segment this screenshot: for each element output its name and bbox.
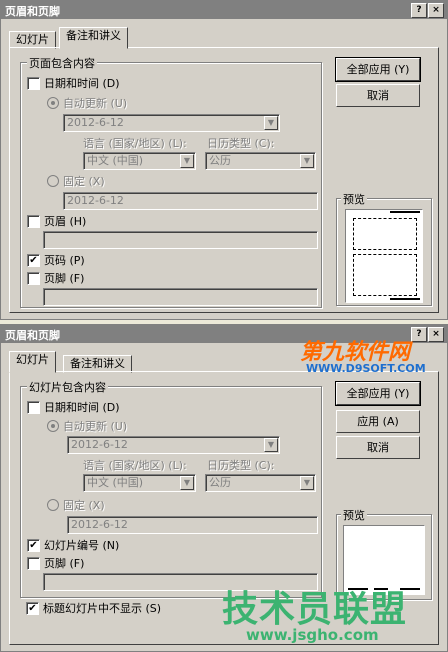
dialog-title: 页眉和页脚 [5, 329, 60, 342]
header-label: 页眉 (H) [44, 215, 87, 228]
fixed-label: 固定 (X) [63, 499, 105, 512]
auto-update-radio[interactable] [47, 420, 59, 432]
footer-label: 页脚 (F) [44, 557, 85, 570]
fixed-radio[interactable] [47, 499, 59, 511]
calendar-value: 公历 [209, 154, 231, 167]
language-label: 语言 (国家/地区) (L): [83, 137, 187, 150]
page-number-checkbox[interactable]: ✔ [27, 253, 40, 267]
calendar-combo[interactable]: 公历 ▼ [205, 474, 316, 492]
header-checkbox[interactable] [27, 214, 40, 228]
chevron-down-icon[interactable]: ▼ [180, 154, 194, 168]
page-number-option[interactable]: ✔ 页码 (P) [27, 252, 85, 268]
help-icon[interactable]: ? [411, 327, 427, 342]
slide-number-checkbox[interactable]: ✔ [27, 538, 40, 552]
footer-checkbox[interactable] [27, 556, 40, 570]
language-combo[interactable]: 中文 (中国) ▼ [83, 474, 196, 492]
auto-update-option[interactable]: 自动更新 (U) [47, 95, 127, 111]
cancel-button[interactable]: 取消 [336, 436, 420, 459]
page-number-label: 页码 (P) [44, 254, 85, 267]
notes-page-preview [345, 209, 423, 303]
date-format-combo[interactable]: 2012-6-12 ▼ [63, 114, 280, 132]
date-time-checkbox[interactable] [27, 400, 40, 414]
chevron-down-icon[interactable]: ▼ [300, 476, 314, 490]
footer-option[interactable]: 页脚 (F) [27, 555, 84, 571]
slide-number-label: 幻灯片编号 (N) [44, 539, 120, 552]
footer-text-field[interactable] [43, 288, 318, 306]
calendar-value: 公历 [209, 476, 231, 489]
chevron-down-icon[interactable]: ▼ [300, 154, 314, 168]
fixed-option[interactable]: 固定 (X) [47, 497, 105, 513]
apply-all-button[interactable]: 全部应用 (Y) [335, 381, 421, 406]
hide-on-title-slide-option[interactable]: ✔ 标题幻灯片中不显示 (S) [26, 600, 161, 616]
fixed-date-field[interactable]: 2012-6-12 [63, 192, 318, 210]
tab-notes-handouts[interactable]: 备注和讲义 [59, 27, 128, 49]
preview-group: 预览 [336, 191, 432, 306]
preview-page-number-bar [390, 298, 420, 300]
preview-slide-placeholder [353, 218, 417, 250]
language-value: 中文 (中国) [87, 476, 144, 489]
title-bar: 页眉和页脚 ? × [1, 1, 447, 19]
header-footer-dialog-notes: 页眉和页脚 ? × 幻灯片 备注和讲义 页面包含内容 日期和时间 (D) 自动更… [0, 0, 448, 320]
cancel-button[interactable]: 取消 [336, 84, 420, 107]
header-text-field[interactable] [43, 231, 318, 249]
date-time-option[interactable]: 日期和时间 (D) [27, 75, 120, 91]
date-format-combo[interactable]: 2012-6-12 ▼ [67, 436, 280, 454]
date-time-label: 日期和时间 (D) [44, 77, 120, 90]
apply-all-button[interactable]: 全部应用 (Y) [335, 57, 421, 82]
group-label: 幻灯片包含内容 [27, 379, 108, 395]
preview-notes-placeholder [353, 254, 417, 296]
fixed-date-field[interactable]: 2012-6-12 [67, 516, 318, 534]
auto-update-option[interactable]: 自动更新 (U) [47, 418, 127, 434]
help-icon[interactable]: ? [411, 3, 427, 18]
footer-checkbox[interactable] [27, 271, 40, 285]
auto-update-radio[interactable] [47, 97, 59, 109]
watermark-bottom-brand: 技术员联盟 [222, 589, 408, 630]
group-label: 页面包含内容 [27, 55, 97, 71]
dialog-title: 页眉和页脚 [5, 5, 60, 18]
preview-label: 预览 [341, 507, 367, 523]
hide-on-title-slide-checkbox[interactable]: ✔ [26, 601, 39, 615]
hide-on-title-slide-label: 标题幻灯片中不显示 (S) [43, 602, 162, 615]
calendar-combo[interactable]: 公历 ▼ [205, 152, 316, 170]
fixed-option[interactable]: 固定 (X) [47, 173, 105, 189]
date-time-label: 日期和时间 (D) [44, 401, 120, 414]
language-value: 中文 (中国) [87, 154, 144, 167]
watermark-bottom-url: www.jsgho.com [246, 626, 379, 644]
date-time-option[interactable]: 日期和时间 (D) [27, 399, 120, 415]
chevron-down-icon[interactable]: ▼ [264, 438, 278, 452]
auto-update-label: 自动更新 (U) [63, 420, 128, 433]
language-combo[interactable]: 中文 (中国) ▼ [83, 152, 196, 170]
calendar-label: 日历类型 (C): [207, 459, 275, 472]
close-icon[interactable]: × [428, 327, 444, 342]
preview-label: 预览 [341, 191, 367, 207]
date-format-value: 2012-6-12 [67, 116, 124, 129]
slide-number-option[interactable]: ✔ 幻灯片编号 (N) [27, 537, 119, 553]
fixed-label: 固定 (X) [63, 175, 105, 188]
header-option[interactable]: 页眉 (H) [27, 213, 86, 229]
tab-panel: 页面包含内容 日期和时间 (D) 自动更新 (U) 2012-6-12 ▼ 语言… [9, 47, 439, 313]
chevron-down-icon[interactable]: ▼ [180, 476, 194, 490]
footer-label: 页脚 (F) [44, 272, 85, 285]
apply-button[interactable]: 应用 (A) [336, 410, 420, 433]
preview-header-bar [390, 211, 420, 213]
fixed-radio[interactable] [47, 175, 59, 187]
content-group: 幻灯片包含内容 日期和时间 (D) 自动更新 (U) 2012-6-12 ▼ 语… [20, 379, 322, 598]
auto-update-label: 自动更新 (U) [63, 97, 128, 110]
close-icon[interactable]: × [428, 3, 444, 18]
calendar-label: 日历类型 (C): [207, 137, 275, 150]
footer-option[interactable]: 页脚 (F) [27, 270, 84, 286]
date-time-checkbox[interactable] [27, 76, 40, 90]
date-format-value: 2012-6-12 [71, 438, 128, 451]
tab-slides[interactable]: 幻灯片 [9, 351, 56, 373]
content-group: 页面包含内容 日期和时间 (D) 自动更新 (U) 2012-6-12 ▼ 语言… [20, 55, 322, 308]
language-label: 语言 (国家/地区) (L): [83, 459, 187, 472]
chevron-down-icon[interactable]: ▼ [264, 116, 278, 130]
watermark-top-url: WWW.D9SOFT.COM [306, 362, 426, 375]
